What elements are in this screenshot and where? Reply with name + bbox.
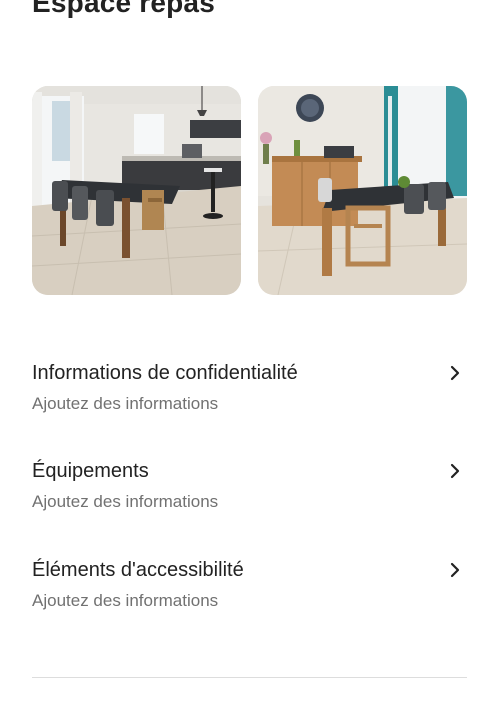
accessibility-row[interactable]: Éléments d'accessibilité Ajoutez des inf…: [32, 557, 467, 617]
dining-table-image: [258, 86, 467, 295]
room-photo-1[interactable]: [32, 86, 241, 295]
chevron-right-icon: [447, 561, 463, 579]
section-divider: [32, 677, 467, 678]
amenities-title: Équipements: [32, 460, 149, 482]
chevron-right-icon: [447, 364, 463, 382]
accessibility-title: Éléments d'accessibilité: [32, 559, 244, 581]
privacy-info-title: Informations de confidentialité: [32, 362, 298, 384]
room-photo-2[interactable]: [258, 86, 467, 295]
page-title: Espace repas: [32, 0, 215, 18]
amenities-row[interactable]: Équipements Ajoutez des informations: [32, 458, 467, 518]
privacy-info-subtitle: Ajoutez des informations: [32, 394, 219, 413]
privacy-info-row[interactable]: Informations de confidentialité Ajoutez …: [32, 360, 467, 420]
chevron-right-icon: [447, 462, 463, 480]
accessibility-subtitle: Ajoutez des informations: [32, 591, 219, 610]
amenities-subtitle: Ajoutez des informations: [32, 492, 219, 511]
dining-kitchen-image: [32, 86, 241, 295]
